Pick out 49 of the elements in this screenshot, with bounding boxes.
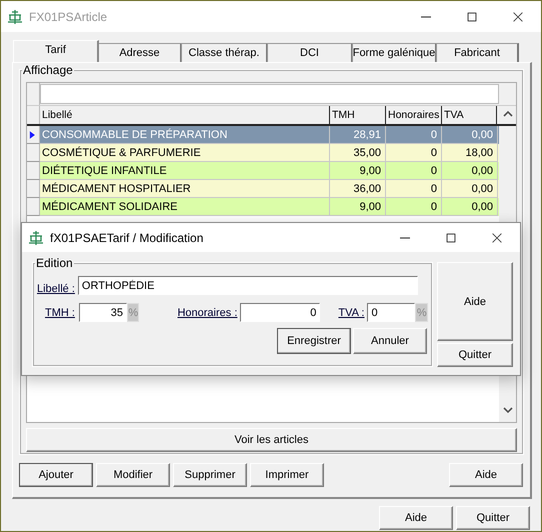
window-button[interactable]: Aide (379, 506, 453, 530)
filter-field[interactable] (40, 84, 499, 104)
column-header[interactable]: Honoraires (386, 106, 442, 124)
action-button[interactable]: Supprimer (173, 463, 247, 487)
field-label: Libellé : (37, 283, 75, 295)
column-header[interactable]: TVA (442, 106, 497, 124)
input-field[interactable]: 35 (78, 303, 127, 322)
minimize-icon (400, 236, 410, 238)
window-button[interactable]: Quitter (456, 506, 530, 530)
table-cell: 0 (386, 198, 442, 216)
maximize-icon (465, 10, 479, 24)
tab[interactable]: Fabricant (436, 43, 519, 62)
group-title: Affichage (22, 63, 74, 77)
help-button[interactable]: Aide (449, 463, 523, 487)
tab[interactable]: Forme galénique (352, 43, 437, 62)
close-icon (511, 10, 525, 24)
field-label: TMH : (45, 306, 75, 318)
dialog-button[interactable]: Enregistrer (277, 328, 351, 354)
column-header[interactable]: Libellé (40, 106, 330, 124)
side-button[interactable]: Quitter (437, 343, 513, 367)
tab[interactable]: Adresse (98, 43, 182, 62)
input-field[interactable]: 0 (367, 303, 416, 322)
table-cell: 0,00 (442, 198, 498, 216)
window-title: fX01PSAETarif / Modification (50, 230, 204, 244)
window-title: FX01PSArticle (29, 10, 108, 24)
unit-label: % (415, 303, 428, 322)
group-title: Edition (35, 256, 74, 270)
field-label: Honoraires : (177, 306, 238, 318)
dialog-button[interactable]: Annuler (353, 328, 427, 354)
row-header[interactable] (27, 126, 40, 144)
action-button[interactable]: Imprimer (250, 463, 324, 487)
column-header[interactable]: TMH (330, 106, 386, 124)
input-field[interactable]: 0 (240, 303, 320, 322)
app-icon (28, 230, 44, 246)
table-cell: 9,00 (330, 198, 386, 216)
action-button[interactable]: Ajouter (19, 463, 93, 487)
tab[interactable]: Classe thérap. (181, 43, 268, 62)
view-articles-button[interactable]: Voir les articles (26, 428, 517, 452)
field-label: TVA : (338, 306, 364, 318)
side-button[interactable]: Aide (437, 262, 513, 341)
close-icon (490, 230, 504, 244)
unit-label: % (126, 303, 140, 322)
maximize-icon (444, 230, 458, 244)
table-cell: MÉDICAMENT SOLIDAIRE (40, 198, 330, 216)
tab[interactable]: DCI (267, 43, 353, 62)
action-button[interactable]: Modifier (96, 463, 170, 487)
app-icon (7, 8, 23, 24)
minimize-icon (421, 16, 431, 18)
tab[interactable]: Tarif (13, 40, 99, 62)
